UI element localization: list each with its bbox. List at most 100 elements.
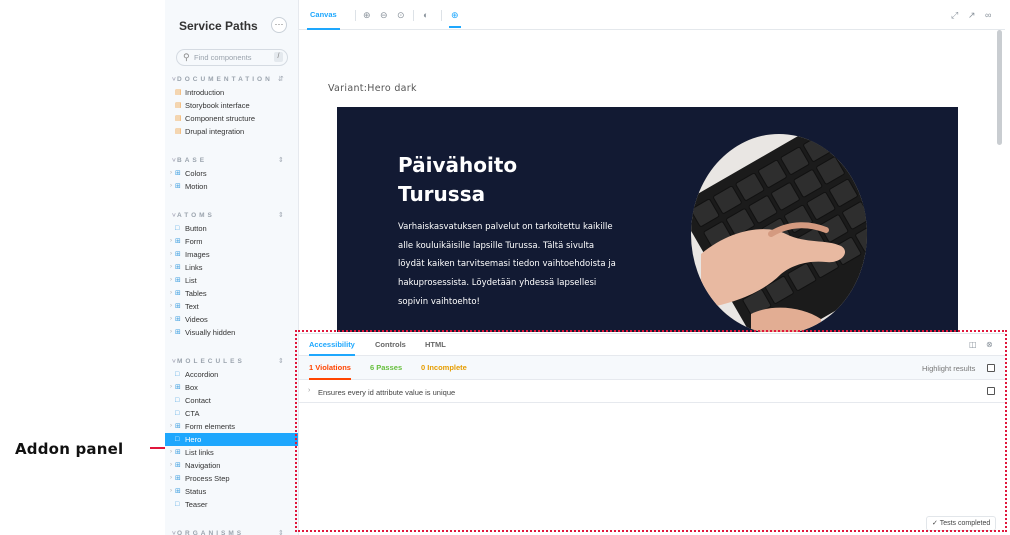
tests-status-text: Tests completed [939,520,991,527]
sidebar-item-images[interactable]: › ⊞ Images [165,248,298,261]
sidebar-item-label: Process Step [185,474,230,483]
tab-passes[interactable]: 6 Passes [370,356,402,380]
sidebar-item-status[interactable]: › ⊞ Status [165,485,298,498]
sidebar-item-colors[interactable]: › ⊞ Colors [165,167,298,180]
chevron-right-icon[interactable]: › [170,287,172,300]
canvas-scrollbar[interactable] [997,30,1002,145]
chevron-down-icon: ˅ [172,358,176,365]
rule-row[interactable]: › Ensures every id attribute value is un… [299,381,1005,403]
sidebar-item-label: Visually hidden [185,328,236,337]
chevron-right-icon[interactable]: › [308,387,310,394]
sidebar-item-form[interactable]: › ⊞ Form [165,235,298,248]
sidebar-item-visually-hidden[interactable]: › ⊞ Visually hidden [165,326,298,339]
tab-violations[interactable]: 1 Violations [309,356,351,380]
component-icon: □ [175,436,180,443]
tab-incomplete[interactable]: 0 Incomplete [421,356,467,380]
expand-icon[interactable]: ⇕ [278,211,284,219]
tab-html[interactable]: HTML [425,334,446,356]
collapse-all-icon[interactable]: ⇵ [278,75,284,83]
sidebar-item-links[interactable]: › ⊞ Links [165,261,298,274]
sidebar-item-introduction[interactable]: ▤ Introduction [165,86,298,99]
section-title: MOLECULES [177,358,245,365]
open-new-tab-icon[interactable]: ↗ [968,11,976,20]
sidebar-item-accordion[interactable]: □ Accordion [165,368,298,381]
chevron-right-icon[interactable]: › [170,446,172,459]
sidebar-item-list-links[interactable]: › ⊞ List links [165,446,298,459]
section-header[interactable]: ˅ORGANISMS [172,530,244,535]
expand-icon[interactable]: ⇕ [278,156,284,164]
chevron-right-icon[interactable]: › [170,300,172,313]
chevron-right-icon[interactable]: › [170,313,172,326]
close-panel-icon[interactable]: ⊗ [986,341,993,349]
expand-icon[interactable]: ⇕ [278,357,284,365]
chevron-right-icon[interactable]: › [170,261,172,274]
folder-icon: ⊞ [175,238,181,245]
section-header[interactable]: ˅BASE [172,157,207,164]
folder-icon: ⊞ [175,316,181,323]
sidebar-item-label: List [185,276,197,285]
sidebar-item-teaser[interactable]: □ Teaser [165,498,298,511]
folder-icon: ⊞ [175,290,181,297]
zoom-in-icon[interactable]: ⊕ [363,11,371,20]
rule-highlight-checkbox[interactable] [987,387,995,395]
background-icon[interactable]: ◐ [423,11,428,20]
tab-accessibility[interactable]: Accessibility [309,334,355,356]
sidebar-item-label: Component structure [185,114,256,123]
highlight-results-checkbox[interactable] [987,364,995,372]
sidebar-item-storybook-interface[interactable]: ▤ Storybook interface [165,99,298,112]
sidebar-item-label: Form [185,237,203,246]
addon-panel-annotation-label: Addon panel [15,440,124,458]
ellipsis-icon[interactable]: ··· [271,17,287,33]
sidebar-item-list[interactable]: › ⊞ List [165,274,298,287]
folder-icon: ⊞ [175,183,181,190]
sidebar-item-form-elements[interactable]: › ⊞ Form elements [165,420,298,433]
tab-controls[interactable]: Controls [375,334,406,356]
chevron-right-icon[interactable]: › [170,485,172,498]
zoom-out-icon[interactable]: ⊖ [380,11,388,20]
sidebar-item-videos[interactable]: › ⊞ Videos [165,313,298,326]
globe-icon[interactable]: ⊕ [451,11,459,20]
section-header[interactable]: ˅ATOMS [172,212,215,219]
section-header[interactable]: ˅DOCUMENTATION [172,76,273,83]
tests-status-badge: ✓ Tests completed [926,516,997,531]
variant-label: Variant:Hero dark [328,83,417,94]
chevron-right-icon[interactable]: › [170,472,172,485]
sidebar-item-process-step[interactable]: › ⊞ Process Step [165,472,298,485]
sidebar-item-label: Box [185,383,198,392]
chevron-right-icon[interactable]: › [170,274,172,287]
chevron-right-icon[interactable]: › [170,235,172,248]
folder-icon: ⊞ [175,449,181,456]
zoom-reset-icon[interactable]: ⊙ [397,11,405,20]
sidebar-item-label: Teaser [185,500,208,509]
sidebar-item-cta[interactable]: □ CTA [165,407,298,420]
fullscreen-icon[interactable]: ⤢ [951,11,958,20]
sidebar-item-button[interactable]: □ Button [165,222,298,235]
brand-title[interactable]: Service Paths [179,19,258,33]
expand-icon[interactable]: ⇕ [278,529,284,535]
copy-link-icon[interactable]: ∞ [985,11,991,20]
search-input[interactable]: ⚲ Find components / [176,49,288,66]
sidebar-item-motion[interactable]: › ⊞ Motion [165,180,298,193]
sidebar-item-hero[interactable]: □ Hero [165,433,298,446]
section-title: ATOMS [177,212,215,219]
sidebar-item-navigation[interactable]: › ⊞ Navigation [165,459,298,472]
chevron-right-icon[interactable]: › [170,248,172,261]
chevron-right-icon[interactable]: › [170,381,172,394]
sidebar-item-tables[interactable]: › ⊞ Tables [165,287,298,300]
sidebar-item-drupal-integration[interactable]: ▤ Drupal integration [165,125,298,138]
hero-image [691,134,867,332]
tab-canvas[interactable]: Canvas [307,0,340,30]
sidebar-item-text[interactable]: › ⊞ Text [165,300,298,313]
chevron-right-icon[interactable]: › [170,459,172,472]
sidebar-item-component-structure[interactable]: ▤ Component structure [165,112,298,125]
chevron-right-icon[interactable]: › [170,180,172,193]
chevron-right-icon[interactable]: › [170,420,172,433]
sidebar-item-contact[interactable]: □ Contact [165,394,298,407]
panel-layout-icon[interactable]: ◫ [969,341,977,349]
section-header[interactable]: ˅MOLECULES [172,358,245,365]
chevron-right-icon[interactable]: › [170,326,172,339]
document-icon: ▤ [175,102,182,109]
chevron-right-icon[interactable]: › [170,167,172,180]
sidebar-item-box[interactable]: › ⊞ Box [165,381,298,394]
folder-icon: ⊞ [175,329,181,336]
